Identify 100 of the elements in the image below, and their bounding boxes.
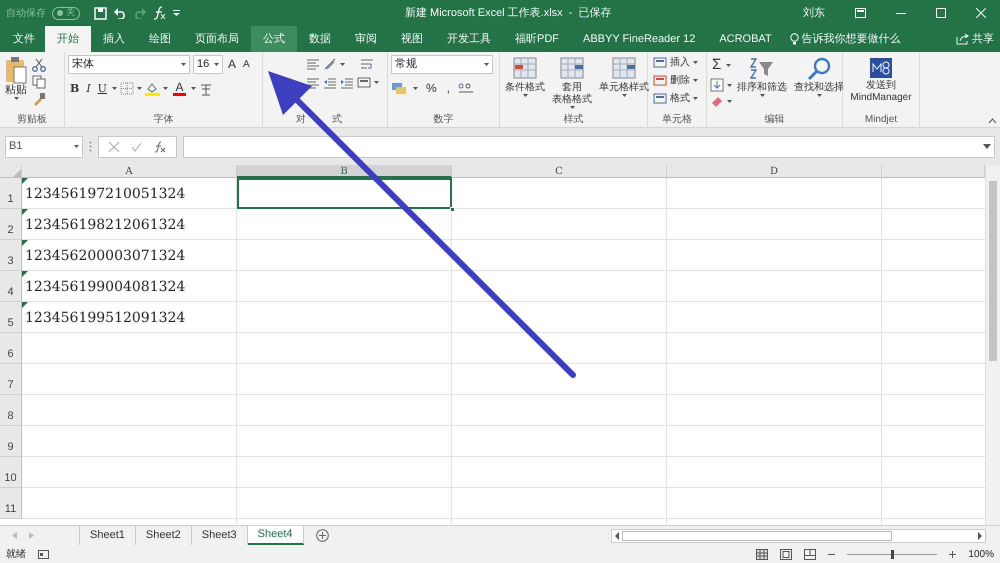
increase-decimal-icon[interactable] [458,82,474,95]
ribbon-tab[interactable]: 插入 [91,26,137,52]
table-cell[interactable]: 123456199004081324 [22,271,237,302]
eraser-icon[interactable] [710,95,724,107]
scissors-icon[interactable] [32,58,46,72]
format-as-table-button[interactable]: 套用 表格格式 [550,55,594,110]
increase-indent-icon[interactable] [340,76,354,88]
share-icon[interactable] [956,33,969,45]
name-box[interactable]: B1 [5,136,83,158]
caret-icon[interactable] [816,94,822,97]
scroll-right-icon[interactable] [975,530,985,542]
row-header[interactable]: 10 [0,457,22,488]
merge-icon[interactable] [357,76,371,89]
copy-icon[interactable] [32,75,46,89]
caret-icon[interactable] [162,87,168,90]
align-right-icon[interactable] [306,76,320,88]
caret-icon[interactable] [484,63,489,66]
insert-function-icon[interactable] [154,140,166,152]
currency-icon[interactable] [391,82,407,95]
caret-icon[interactable] [112,87,117,90]
page-layout-icon[interactable] [780,548,792,560]
row-header[interactable]: 7 [0,364,22,395]
caret-icon[interactable] [374,81,379,84]
ribbon-tab[interactable]: 文件 [3,26,45,52]
row-header[interactable]: 5 [0,302,22,333]
grid-icon[interactable] [653,56,667,69]
column-header[interactable]: B [237,165,452,178]
caret-icon[interactable] [760,94,764,97]
caret-icon[interactable] [340,62,345,66]
shrink-font-button[interactable]: A [241,58,252,72]
maximize-icon[interactable] [936,8,946,18]
borders-icon[interactable] [120,82,134,95]
caret-icon[interactable] [413,86,418,90]
font-name-dropdown[interactable]: 宋体 [68,55,190,74]
sort-filter-button[interactable]: 排序和筛选 [735,55,789,98]
ribbon-tab[interactable]: 数据 [297,26,343,52]
close-icon[interactable] [976,8,986,18]
delete-cells-button[interactable]: 删除 [651,73,700,88]
autosum-button[interactable]: Σ [710,55,724,75]
grow-font-button[interactable]: A [226,56,238,73]
row-header[interactable]: 3 [0,240,22,271]
ribbon-tab[interactable]: 页面布局 [183,26,251,52]
cell-styles-button[interactable]: 单元格样式 [597,55,651,98]
ribbon-tab[interactable]: 开发工具 [435,26,503,52]
ribbon-display-icon[interactable] [855,8,866,18]
ribbon-tab[interactable]: ACROBAT [707,26,784,52]
caret-icon[interactable] [181,63,186,66]
ribbon-tab[interactable]: 开始 [45,26,91,52]
caret-icon[interactable] [693,97,698,100]
font-color-button[interactable]: A [170,80,188,97]
column-header[interactable]: A [22,165,237,178]
bottom-align-icon[interactable] [306,58,320,70]
underline-button[interactable]: U [96,80,109,96]
caret-icon[interactable] [726,64,732,66]
ribbon-tab[interactable]: 福昕PDF [503,26,571,52]
italic-button[interactable]: I [84,80,93,96]
caret-icon[interactable] [190,87,196,90]
insert-cells-button[interactable]: 插入 [651,55,700,70]
caret-icon[interactable] [693,79,698,82]
customize-icon[interactable] [173,10,180,16]
ribbon-tab[interactable]: 公式 [251,26,297,52]
row-header[interactable]: 6 [0,333,22,364]
row-header[interactable]: 4 [0,271,22,302]
phonetic-icon[interactable] [198,82,213,96]
ribbon-tab[interactable]: ABBYY FineReader 12 [571,26,708,52]
column-header[interactable]: C [452,165,667,178]
normal-view-icon[interactable] [756,548,768,560]
caret-icon[interactable] [693,61,698,64]
lightbulb-icon[interactable] [790,33,799,45]
row-header[interactable]: 2 [0,209,22,240]
share-button[interactable]: 共享 [972,30,994,48]
caret-icon[interactable] [727,100,732,102]
row-header[interactable]: 9 [0,426,22,457]
percent-button[interactable]: % [424,80,439,96]
add-sheet-icon[interactable] [316,529,328,542]
decrease-indent-icon[interactable] [323,76,337,88]
macro-record-icon[interactable] [38,549,49,559]
table-cell[interactable]: 123456198212061324 [22,209,237,240]
paintbrush-icon[interactable] [32,92,46,106]
caret-icon[interactable] [74,145,79,148]
function-icon[interactable] [153,6,167,20]
ribbon-tab[interactable]: 审阅 [343,26,389,52]
horizontal-scrollbar[interactable] [611,528,986,542]
format-cells-button[interactable]: 格式 [651,91,700,106]
save-icon[interactable] [94,6,107,20]
column-header[interactable]: D [667,165,882,178]
orientation-icon[interactable] [323,58,337,70]
comma-button[interactable]: , [444,80,452,96]
fill-down-icon[interactable] [710,78,724,92]
caret-icon[interactable] [727,84,732,86]
vertical-scrollbar[interactable] [985,165,1000,525]
grid-icon[interactable] [653,92,667,105]
wrap-text-icon[interactable] [360,58,374,70]
send-to-mindmanager-button[interactable]: 发送到 MindManager [846,55,916,105]
page-break-icon[interactable] [804,548,816,560]
bold-button[interactable]: B [68,80,82,96]
paste-button[interactable]: 粘贴 [3,55,29,102]
table-cell[interactable] [237,178,452,209]
caret-icon[interactable] [570,106,574,109]
row-header[interactable]: 11 [0,488,22,519]
